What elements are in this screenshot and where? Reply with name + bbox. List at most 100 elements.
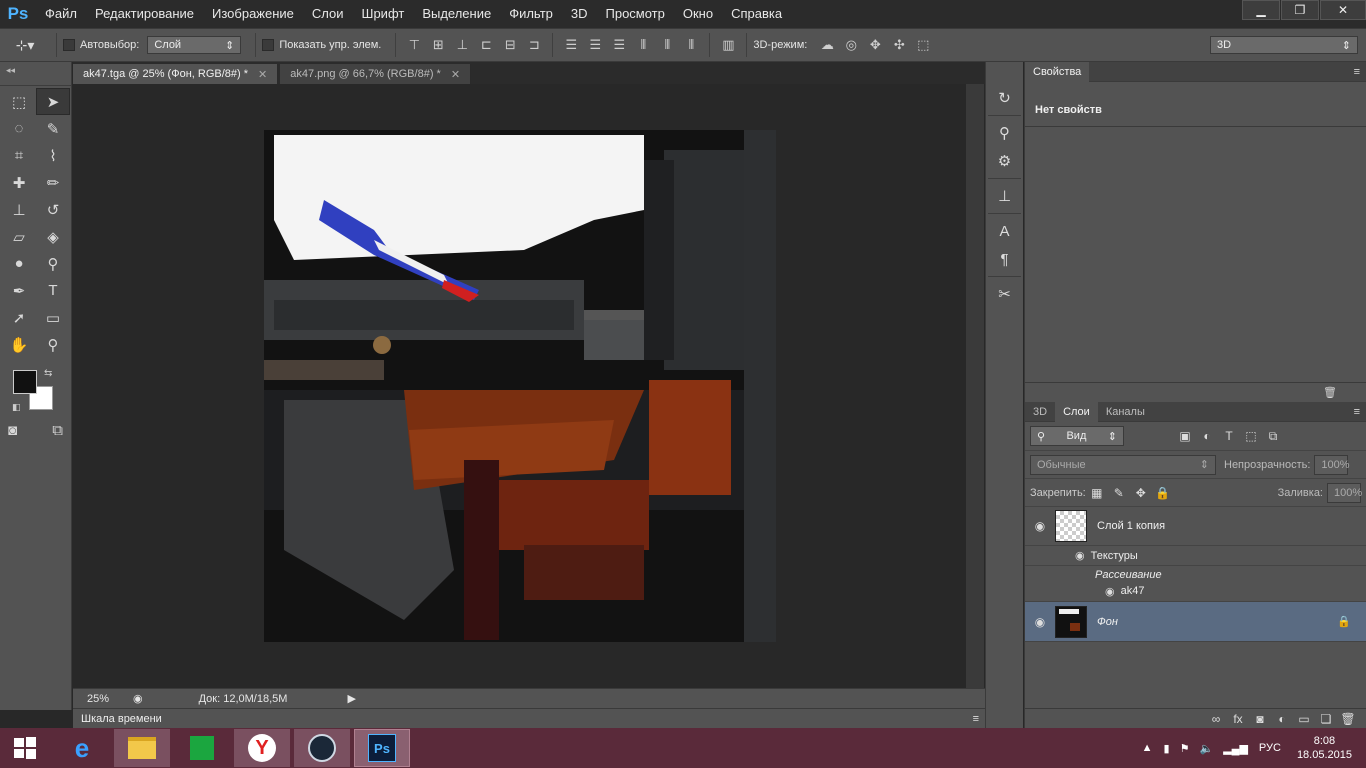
distribute-hcenter-icon[interactable]: ⫴ [658, 36, 676, 54]
marquee-tool-icon[interactable]: ⬚ [2, 88, 36, 115]
stamp-tool-icon[interactable]: ⊥ [2, 196, 36, 223]
battery-icon[interactable]: ▮ [1164, 742, 1170, 755]
layer-style-icon[interactable]: fx [1227, 709, 1249, 729]
dock-collapse[interactable] [986, 62, 1023, 84]
close-icon[interactable]: ✕ [1320, 0, 1366, 20]
add-mask-icon[interactable]: ◙ [1249, 709, 1271, 729]
opacity-input[interactable]: 100% [1314, 454, 1350, 475]
vertical-scrollbar[interactable] [966, 84, 984, 688]
align-bottom-icon[interactable]: ⊥ [453, 36, 471, 54]
lasso-tool-icon[interactable]: ◌ [2, 115, 36, 142]
quick-mask-icon[interactable]: ◙ [8, 422, 17, 439]
eye-icon[interactable]: ◉ [1105, 585, 1115, 598]
pen-tool-icon[interactable]: ✒ [2, 277, 36, 304]
roll-3d-icon[interactable]: ◎ [841, 36, 861, 54]
filter-smart-icon[interactable]: ⧉ [1262, 426, 1284, 446]
align-left-icon[interactable]: ⊏ [477, 36, 495, 54]
layer-row-selected[interactable]: ◉ Фон 🔒 [1025, 602, 1366, 642]
trash-icon[interactable]: 🗑 [1323, 386, 1337, 399]
workspace-dropdown[interactable]: 3D ⇕ [1210, 36, 1358, 54]
adjustment-layer-icon[interactable]: ◐ [1271, 709, 1293, 729]
menu-help[interactable]: Справка [722, 0, 791, 28]
autoselect-checkbox[interactable] [63, 39, 75, 51]
texture-image[interactable] [264, 130, 776, 642]
lock-position-icon[interactable]: ✥ [1130, 483, 1152, 503]
eyedropper-tool-icon[interactable]: ⌇ [36, 142, 70, 169]
crop-tool-icon[interactable]: ⌗ [2, 142, 36, 169]
menu-window[interactable]: Окно [674, 0, 722, 28]
history-icon[interactable]: ↻ [986, 84, 1023, 112]
align-vcenter-icon[interactable]: ⊞ [429, 36, 447, 54]
distribute-vcenter-icon[interactable]: ☰ [586, 36, 604, 54]
default-colors-icon[interactable]: ◧ [12, 402, 21, 413]
menu-view[interactable]: Просмотр [597, 0, 674, 28]
yandex-taskbar-button[interactable]: Y [234, 729, 290, 767]
menu-edit[interactable]: Редактирование [86, 0, 203, 28]
zoom-tool-icon[interactable]: ⚲ [36, 331, 70, 358]
paint-bucket-tool-icon[interactable]: ◈ [36, 223, 70, 250]
status-expand-icon[interactable]: ▶ [347, 692, 355, 705]
auto-align-icon[interactable]: ▥ [719, 36, 737, 54]
screen-mode-icon[interactable]: ⧉ [52, 422, 63, 439]
clock[interactable]: 8:08 18.05.2015 [1297, 734, 1352, 762]
distribute-right-icon[interactable]: ⫴ [682, 36, 700, 54]
volume-icon[interactable]: 🔈 [1199, 742, 1213, 755]
distribute-bottom-icon[interactable]: ☰ [610, 36, 628, 54]
distribute-left-icon[interactable]: ⫴ [634, 36, 652, 54]
tab-3d[interactable]: 3D [1025, 402, 1055, 422]
layer-row[interactable]: ◉ Слой 1 копия [1025, 506, 1366, 546]
eye-icon[interactable]: ◉ [1025, 615, 1055, 629]
menu-image[interactable]: Изображение [203, 0, 303, 28]
hand-tool-icon[interactable]: ✋ [2, 331, 36, 358]
menu-select[interactable]: Выделение [413, 0, 500, 28]
brush-presets-icon[interactable]: ⚲ [986, 119, 1023, 147]
filter-adjustment-icon[interactable]: ◐ [1196, 426, 1218, 446]
filter-pixel-icon[interactable]: ▣ [1174, 426, 1196, 446]
menu-file[interactable]: Файл [36, 0, 86, 28]
distribute-top-icon[interactable]: ☰ [562, 36, 580, 54]
trash-icon[interactable]: 🗑 [1337, 709, 1359, 729]
lock-all-icon[interactable]: 🔒 [1152, 483, 1174, 503]
eye-icon[interactable]: ◉ [1075, 549, 1085, 562]
tool-presets-icon[interactable]: ✂ [986, 280, 1023, 308]
lock-pixels-icon[interactable]: ✎ [1108, 483, 1130, 503]
filter-type-icon[interactable]: T [1218, 426, 1240, 446]
move-tool-icon[interactable]: ➤ [36, 88, 70, 115]
tab-ak47-tga[interactable]: ak47.tga @ 25% (Фон, RGB/8#) * ✕ [73, 64, 279, 84]
align-right-icon[interactable]: ⊐ [525, 36, 543, 54]
eye-icon[interactable]: ◉ [1025, 519, 1055, 533]
path-select-tool-icon[interactable]: ➚ [2, 304, 36, 331]
foreground-color-swatch[interactable] [13, 370, 37, 394]
history-brush-tool-icon[interactable]: ↺ [36, 196, 70, 223]
swap-colors-icon[interactable]: ⇆ [44, 368, 52, 379]
texture-row[interactable]: ◉ ak47 [1105, 585, 1144, 598]
zoom-level[interactable]: 25% [73, 693, 123, 705]
lock-transparency-icon[interactable]: ▦ [1086, 483, 1108, 503]
restore-icon[interactable]: ❐ [1281, 0, 1319, 20]
minimize-icon[interactable]: ▁ [1242, 0, 1280, 20]
panel-menu-icon[interactable]: ≡ [1354, 406, 1360, 418]
brush-settings-icon[interactable]: ⚙ [986, 147, 1023, 175]
menu-type[interactable]: Шрифт [353, 0, 414, 28]
menu-3d[interactable]: 3D [562, 0, 597, 28]
explorer-taskbar-button[interactable] [114, 729, 170, 767]
scale-3d-icon[interactable]: ⬚ [913, 36, 933, 54]
panel-menu-icon[interactable]: ≡ [973, 713, 979, 725]
layer-filter-dropdown[interactable]: ⚲ Вид ⇕ [1030, 426, 1124, 446]
network-warning-icon[interactable]: ⚑ [1180, 742, 1190, 755]
tab-ak47-png[interactable]: ak47.png @ 66,7% (RGB/8#) * ✕ [280, 64, 472, 84]
ie-taskbar-button[interactable]: e [54, 729, 110, 767]
menu-filter[interactable]: Фильтр [500, 0, 562, 28]
toolbar-collapse-icon[interactable]: ◂◂ [0, 62, 71, 86]
store-taskbar-button[interactable] [174, 729, 230, 767]
signal-icon[interactable]: ▂▄▆ [1223, 742, 1248, 755]
move-tool-preset-icon[interactable]: ⊹▾ [0, 31, 50, 59]
shape-tool-icon[interactable]: ▭ [36, 304, 70, 331]
tab-channels[interactable]: Каналы [1098, 402, 1153, 422]
steam-taskbar-button[interactable] [294, 729, 350, 767]
close-icon[interactable]: ✕ [451, 68, 460, 81]
blend-mode-dropdown[interactable]: Обычные ⇕ [1030, 454, 1216, 475]
filter-shape-icon[interactable]: ⬚ [1240, 426, 1262, 446]
link-layers-icon[interactable]: ∞ [1205, 709, 1227, 729]
close-icon[interactable]: ✕ [258, 68, 267, 81]
